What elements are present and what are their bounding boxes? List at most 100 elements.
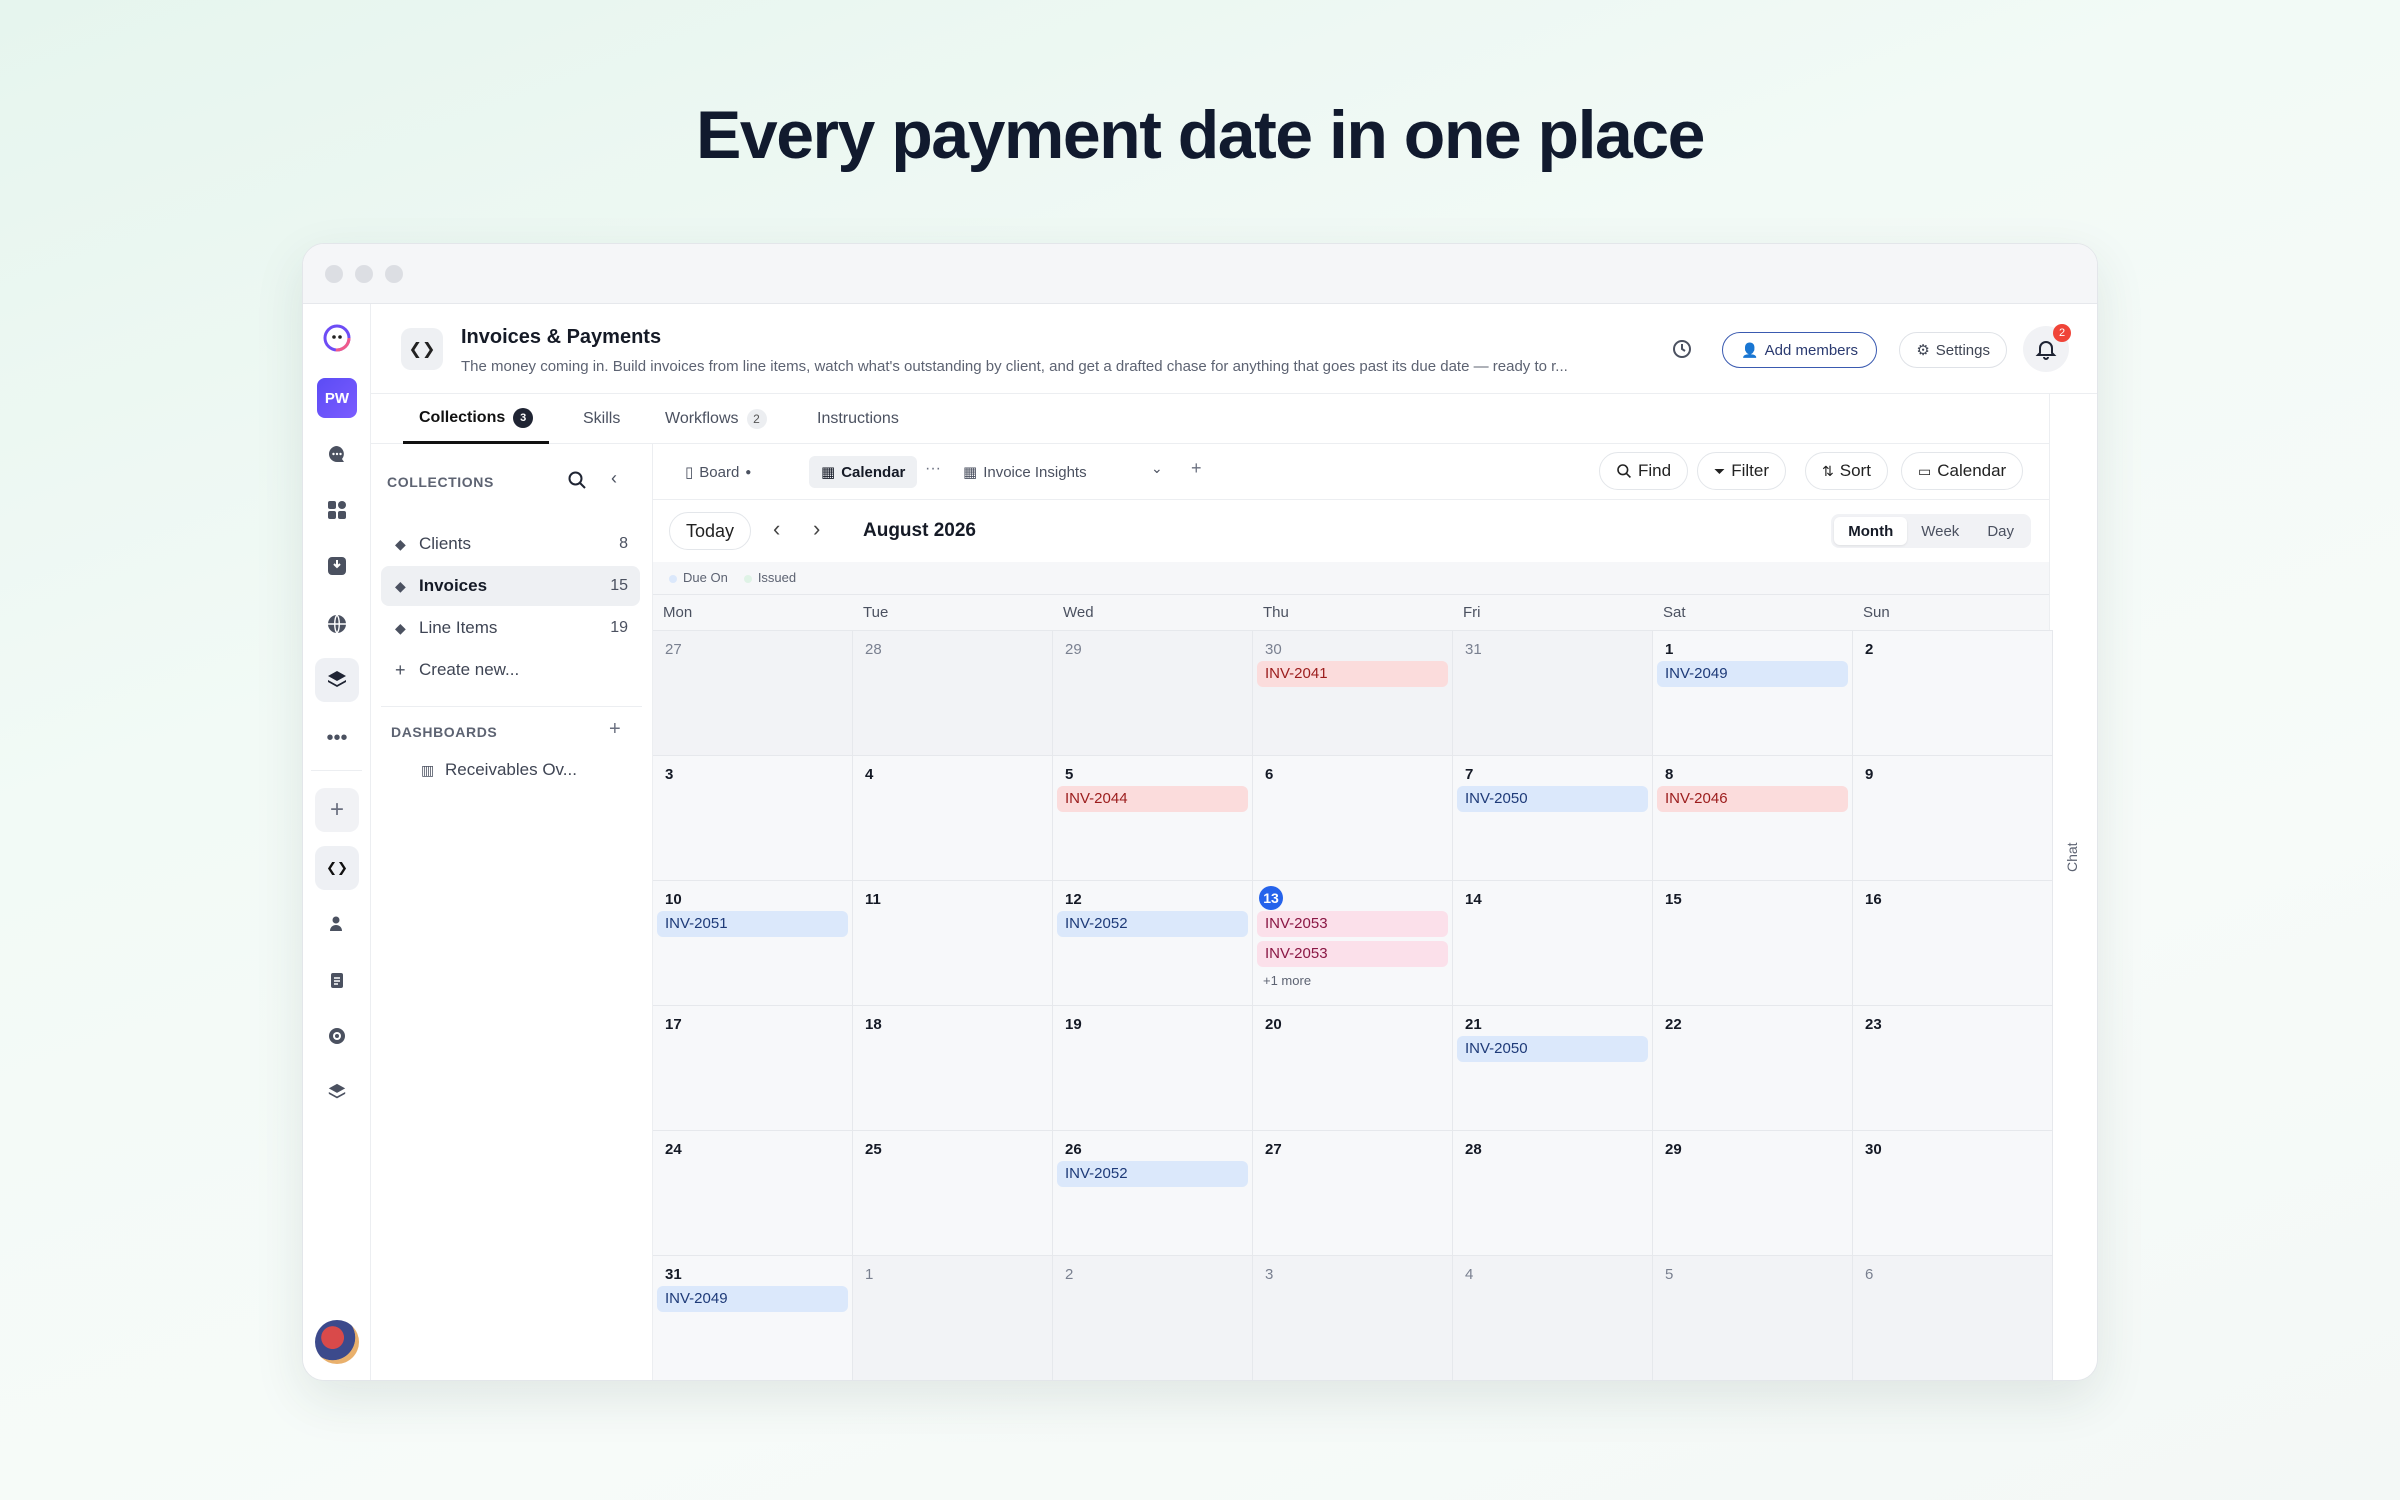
collection-item-line-items[interactable]: ◆ Line Items 19 xyxy=(381,608,640,648)
invoice-event[interactable]: INV-2052 xyxy=(1057,911,1248,937)
next-month-chevron-icon[interactable]: › xyxy=(813,516,820,542)
day-cell[interactable]: 5 xyxy=(1653,1256,1853,1380)
day-cell[interactable]: 27 xyxy=(1253,1131,1453,1256)
tab-instructions[interactable]: Instructions xyxy=(817,394,899,444)
invoice-event[interactable]: INV-2050 xyxy=(1457,1036,1648,1062)
day-cell[interactable]: 1 INV-2049 xyxy=(1653,631,1853,756)
stack-icon[interactable] xyxy=(315,1070,359,1114)
inbox-icon[interactable] xyxy=(315,544,359,588)
invoice-event[interactable]: INV-2049 xyxy=(1657,661,1848,687)
chat-bubble-icon[interactable] xyxy=(315,432,359,476)
invoice-event[interactable]: INV-2046 xyxy=(1657,786,1848,812)
window-close-dot[interactable] xyxy=(325,265,343,283)
workspace-avatar[interactable]: PW xyxy=(317,378,357,418)
dashboard-item-receivables[interactable]: ▥ Receivables Ov... xyxy=(381,750,640,790)
day-cell[interactable]: 31 xyxy=(1453,631,1653,756)
day-cell[interactable]: 7 INV-2050 xyxy=(1453,756,1653,881)
day-cell[interactable]: 30 xyxy=(1853,1131,2053,1256)
day-cell[interactable]: 21 INV-2050 xyxy=(1453,1006,1653,1131)
collection-item-invoices[interactable]: ◆ Invoices 15 xyxy=(381,566,640,606)
more-dots-icon[interactable]: ••• xyxy=(315,716,359,760)
day-cell[interactable]: 18 xyxy=(853,1006,1053,1131)
day-cell[interactable]: 4 xyxy=(853,756,1053,881)
target-icon[interactable] xyxy=(315,1014,359,1058)
day-cell[interactable]: 11 xyxy=(853,881,1053,1006)
day-cell[interactable]: 13 INV-2053 INV-2053 +1 more xyxy=(1253,881,1453,1006)
collapse-chevron-icon[interactable]: ‹ xyxy=(611,468,617,489)
day-cell[interactable]: 9 xyxy=(1853,756,2053,881)
day-cell[interactable]: 12 INV-2052 xyxy=(1053,881,1253,1006)
notifications-button[interactable]: 2 xyxy=(2023,324,2071,372)
invoice-event[interactable]: INV-2044 xyxy=(1057,786,1248,812)
add-app-icon[interactable]: + xyxy=(315,788,359,832)
tab-workflows[interactable]: Workflows 2 xyxy=(665,394,767,444)
invoice-event[interactable]: INV-2053 xyxy=(1257,941,1448,967)
day-cell[interactable]: 10 INV-2051 xyxy=(653,881,853,1006)
day-cell[interactable]: 28 xyxy=(853,631,1053,756)
day-cell[interactable]: 31 INV-2049 xyxy=(653,1256,853,1380)
day-cell[interactable]: 6 xyxy=(1853,1256,2053,1380)
settings-button[interactable]: ⚙ Settings xyxy=(1899,332,2007,368)
create-new-button[interactable]: + Create new... xyxy=(381,650,640,690)
calendar-field-button[interactable]: ▭ Calendar xyxy=(1901,452,2024,490)
globe-icon[interactable] xyxy=(315,602,359,646)
invoice-event[interactable]: INV-2050 xyxy=(1457,786,1648,812)
day-cell[interactable]: 28 xyxy=(1453,1131,1653,1256)
mode-month[interactable]: Month xyxy=(1834,517,1908,545)
history-icon[interactable] xyxy=(1671,338,1693,366)
app-logo-icon[interactable] xyxy=(315,316,359,360)
day-cell[interactable]: 20 xyxy=(1253,1006,1453,1131)
day-cell[interactable]: 6 xyxy=(1253,756,1453,881)
view-options-icon[interactable]: ··· xyxy=(925,460,941,478)
layers-icon[interactable] xyxy=(315,658,359,702)
day-cell[interactable]: 2 xyxy=(1853,631,2053,756)
chat-sidebar[interactable]: Chat xyxy=(2049,394,2097,1380)
day-cell[interactable]: 8 INV-2046 xyxy=(1653,756,1853,881)
day-cell[interactable]: 26 INV-2052 xyxy=(1053,1131,1253,1256)
add-members-button[interactable]: 👤 Add members xyxy=(1722,332,1877,368)
add-view-icon[interactable]: + xyxy=(1191,458,1202,479)
invoices-app-icon[interactable]: ❮❯ xyxy=(315,846,359,890)
day-cell[interactable]: 24 xyxy=(653,1131,853,1256)
day-cell[interactable]: 23 xyxy=(1853,1006,2053,1131)
day-cell[interactable]: 5 INV-2044 xyxy=(1053,756,1253,881)
window-zoom-dot[interactable] xyxy=(385,265,403,283)
sort-button[interactable]: ⇅ Sort xyxy=(1805,452,1888,490)
day-cell[interactable]: 1 xyxy=(853,1256,1053,1380)
find-button[interactable]: Find xyxy=(1599,452,1689,490)
day-cell[interactable]: 29 xyxy=(1653,1131,1853,1256)
day-cell[interactable]: 22 xyxy=(1653,1006,1853,1131)
tab-collections[interactable]: Collections 3 xyxy=(403,394,550,444)
day-cell[interactable]: 2 xyxy=(1053,1256,1253,1380)
user-avatar[interactable] xyxy=(315,1320,359,1364)
prev-month-chevron-icon[interactable]: ‹ xyxy=(773,516,780,542)
day-cell[interactable]: 19 xyxy=(1053,1006,1253,1131)
invoice-event[interactable]: INV-2053 xyxy=(1257,911,1448,937)
day-cell[interactable]: 16 xyxy=(1853,881,2053,1006)
day-cell[interactable]: 15 xyxy=(1653,881,1853,1006)
invoice-event[interactable]: INV-2052 xyxy=(1057,1161,1248,1187)
day-cell[interactable]: 25 xyxy=(853,1131,1053,1256)
clipboard-icon[interactable] xyxy=(315,958,359,1002)
window-minimize-dot[interactable] xyxy=(355,265,373,283)
more-events-link[interactable]: +1 more xyxy=(1263,973,1311,988)
tab-skills[interactable]: Skills xyxy=(583,394,620,444)
day-cell[interactable]: 29 xyxy=(1053,631,1253,756)
day-cell[interactable]: 4 xyxy=(1453,1256,1653,1380)
today-button[interactable]: Today xyxy=(669,512,752,550)
search-icon[interactable] xyxy=(567,470,587,495)
invoice-event[interactable]: INV-2049 xyxy=(657,1286,848,1312)
views-dropdown-chevron-icon[interactable]: ⌄ xyxy=(1151,460,1163,477)
filter-button[interactable]: ⏷ Filter xyxy=(1697,452,1786,490)
add-dashboard-icon[interactable]: + xyxy=(609,718,621,741)
invoice-event[interactable]: INV-2041 xyxy=(1257,661,1448,687)
mode-day[interactable]: Day xyxy=(1973,517,2028,545)
apps-grid-icon[interactable] xyxy=(315,488,359,532)
collection-item-clients[interactable]: ◆ Clients 8 xyxy=(381,524,640,564)
invoice-event[interactable]: INV-2051 xyxy=(657,911,848,937)
people-icon[interactable] xyxy=(315,902,359,946)
day-cell[interactable]: 27 xyxy=(653,631,853,756)
mode-week[interactable]: Week xyxy=(1907,517,1973,545)
view-tab-board[interactable]: ▯ Board ● xyxy=(673,456,763,488)
day-cell[interactable]: 17 xyxy=(653,1006,853,1131)
